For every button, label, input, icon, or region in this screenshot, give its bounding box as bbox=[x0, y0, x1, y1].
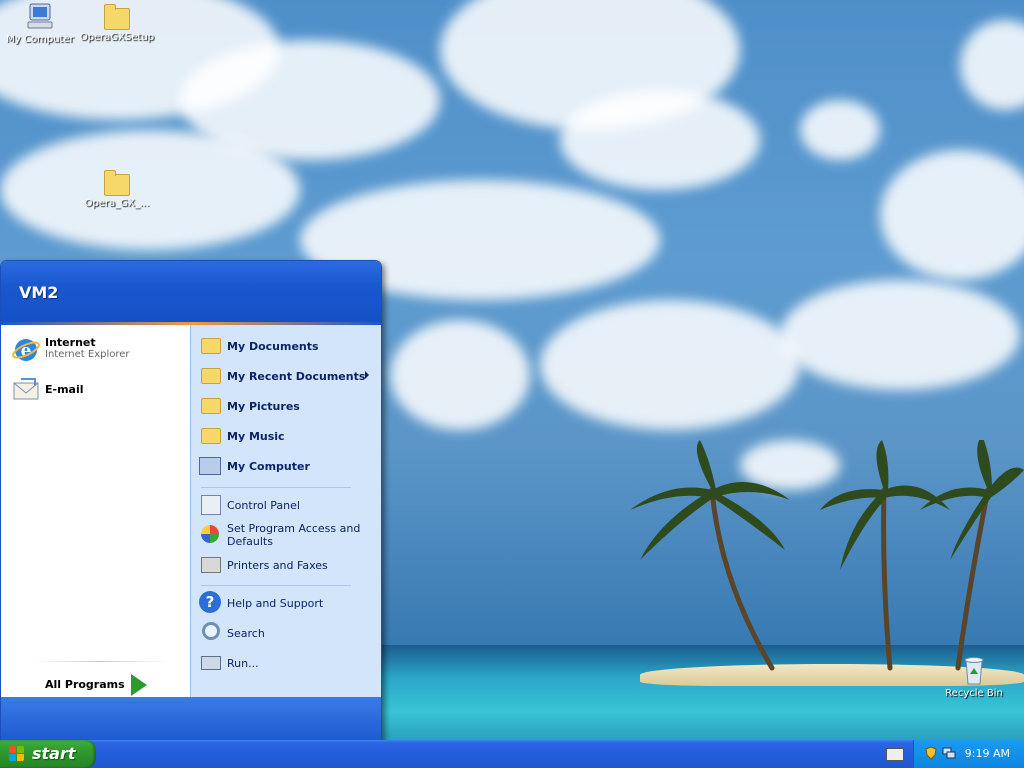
menu-item-control-panel[interactable]: Control Panel bbox=[199, 491, 375, 519]
start-label: start bbox=[32, 744, 76, 763]
cloud bbox=[560, 90, 760, 190]
cloud bbox=[880, 150, 1024, 280]
green-arrow-icon bbox=[131, 674, 147, 696]
start-menu-right-pane: My Documents My Recent Documents My Pict… bbox=[190, 325, 381, 697]
menu-item-printers-and-faxes[interactable]: Printers and Faxes bbox=[199, 551, 375, 579]
desktop-icon-label: OperaGXSetup bbox=[79, 32, 155, 43]
all-programs-label: All Programs bbox=[45, 678, 125, 691]
desktop-icon-label: Opera_GX_... bbox=[84, 198, 150, 209]
taskbar: start 9:19 AM bbox=[0, 740, 1024, 768]
separator bbox=[33, 661, 169, 662]
folder-icon bbox=[104, 170, 130, 196]
menu-item-label: My Documents bbox=[227, 340, 319, 353]
menu-item-label: Help and Support bbox=[227, 597, 324, 610]
menu-item-set-program-access[interactable]: Set Program Access and Defaults bbox=[199, 521, 375, 551]
email-icon bbox=[13, 378, 39, 400]
menu-item-label: My Recent Documents bbox=[227, 370, 366, 383]
run-icon bbox=[201, 656, 221, 670]
my-computer-icon bbox=[27, 3, 53, 29]
menu-item-label: Control Panel bbox=[227, 499, 300, 512]
help-icon: ? bbox=[199, 591, 221, 613]
menu-item-my-recent-documents[interactable]: My Recent Documents bbox=[199, 362, 375, 390]
folder-icon bbox=[104, 4, 130, 30]
internet-explorer-icon: e bbox=[12, 339, 40, 361]
my-computer-icon bbox=[199, 457, 221, 475]
menu-item-search[interactable]: Search bbox=[199, 619, 375, 647]
pinned-item-title: E-mail bbox=[45, 383, 84, 396]
pinned-internet-explorer[interactable]: e Internet Internet Explorer bbox=[11, 333, 181, 369]
submenu-arrow-icon bbox=[365, 371, 369, 379]
palm-trees bbox=[630, 440, 1024, 671]
separator bbox=[201, 585, 351, 586]
menu-item-my-pictures[interactable]: My Pictures bbox=[199, 392, 375, 420]
menu-item-help-and-support[interactable]: ? Help and Support bbox=[199, 589, 375, 617]
recent-documents-icon bbox=[201, 368, 221, 384]
menu-item-run[interactable]: Run... bbox=[199, 649, 375, 677]
menu-item-my-documents[interactable]: My Documents bbox=[199, 332, 375, 360]
program-access-icon bbox=[201, 525, 219, 543]
start-menu-footer bbox=[1, 697, 381, 741]
menu-item-label: My Pictures bbox=[227, 400, 300, 413]
printer-icon bbox=[201, 557, 221, 573]
menu-item-label: Set Program Access and Defaults bbox=[227, 522, 361, 548]
menu-item-my-music[interactable]: My Music bbox=[199, 422, 375, 450]
recycle-bin-icon bbox=[964, 657, 984, 685]
menu-item-label: Run... bbox=[227, 657, 259, 670]
desktop-icon-label: My Computer bbox=[6, 34, 74, 45]
clock[interactable]: 9:19 AM bbox=[965, 747, 1010, 760]
separator bbox=[201, 487, 351, 488]
search-icon bbox=[202, 622, 220, 640]
control-panel-icon bbox=[201, 495, 221, 515]
my-pictures-icon bbox=[201, 398, 221, 414]
my-music-icon bbox=[201, 428, 221, 444]
pinned-item-title: Internet bbox=[45, 336, 96, 349]
start-button[interactable]: start bbox=[0, 740, 96, 768]
cloud bbox=[800, 100, 880, 160]
start-menu-header: VM2 bbox=[1, 261, 381, 325]
desktop-icon-opera-gx-folder[interactable]: Opera_GX_... bbox=[77, 168, 157, 209]
desktop-icon-operagxsetup[interactable]: OperaGXSetup bbox=[77, 2, 157, 43]
cloud bbox=[390, 320, 530, 430]
pinned-email[interactable]: E-mail bbox=[11, 373, 181, 409]
desktop-icon-label: Recycle Bin bbox=[945, 688, 1003, 699]
pinned-item-subtitle: Internet Explorer bbox=[45, 349, 130, 360]
my-documents-icon bbox=[201, 338, 221, 354]
start-menu-left-pane: e Internet Internet Explorer E-mail All … bbox=[1, 325, 190, 697]
menu-item-label: Search bbox=[227, 627, 265, 640]
keyboard-icon[interactable] bbox=[886, 748, 904, 761]
windows-logo-icon bbox=[9, 746, 25, 762]
menu-item-label: Printers and Faxes bbox=[227, 559, 328, 572]
cloud bbox=[960, 20, 1024, 110]
desktop-icon-my-computer[interactable]: My Computer bbox=[0, 2, 80, 45]
menu-item-label: My Computer bbox=[227, 460, 310, 473]
start-menu: VM2 e Internet Internet Explorer E-mail … bbox=[0, 260, 382, 742]
system-tray: 9:19 AM bbox=[913, 740, 1024, 768]
cloud bbox=[540, 300, 800, 430]
security-shield-icon[interactable] bbox=[924, 746, 938, 760]
cloud bbox=[780, 280, 1020, 390]
network-icon[interactable] bbox=[942, 746, 956, 760]
menu-item-my-computer[interactable]: My Computer bbox=[199, 452, 375, 480]
user-name: VM2 bbox=[19, 283, 59, 302]
all-programs-button[interactable]: All Programs bbox=[45, 673, 185, 697]
desktop-icon-recycle-bin[interactable]: Recycle Bin bbox=[934, 656, 1014, 699]
menu-item-label: My Music bbox=[227, 430, 285, 443]
